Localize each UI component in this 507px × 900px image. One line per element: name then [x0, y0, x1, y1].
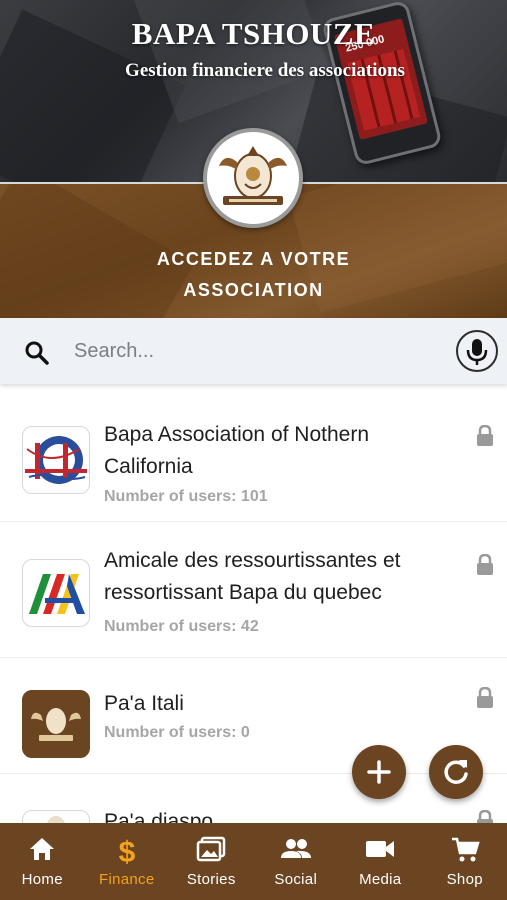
association-name: Pa'a Itali: [104, 692, 184, 715]
nav-item-media[interactable]: Media: [338, 823, 423, 900]
lock-icon: [477, 554, 493, 575]
flag-a-logo-icon: [22, 559, 90, 627]
search-icon[interactable]: [24, 340, 50, 366]
user-count: Number of users: 42: [104, 618, 259, 635]
banner-text: ACCEDEZ A VOTRE ASSOCIATION: [156, 249, 351, 300]
lock-icon: [477, 687, 493, 708]
app-subtitle: Gestion financiere des associations: [125, 60, 405, 81]
crest-logo-icon: [22, 690, 90, 758]
refresh-button[interactable]: [429, 745, 483, 799]
photos-icon: [197, 836, 226, 862]
add-association-button[interactable]: [352, 745, 406, 799]
nav-item-social[interactable]: Social: [254, 823, 339, 900]
nav-item-shop[interactable]: Shop: [423, 823, 507, 900]
refresh-icon: [444, 760, 468, 784]
association-name: Amicale des ressourtissantes et ressorti…: [104, 549, 401, 604]
association-name: Bapa Association of Nothern California: [104, 423, 370, 478]
people-icon: [280, 839, 311, 858]
list-item[interactable]: Bapa Association of Nothern California N…: [0, 396, 507, 522]
golden-gate-logo-icon: [22, 426, 90, 494]
home-icon: [30, 838, 55, 860]
video-icon: [366, 841, 395, 857]
nav-item-finance[interactable]: $ Finance: [85, 823, 170, 900]
app-title: BAPA TSHOUZE: [131, 16, 376, 51]
nav-item-stories[interactable]: Stories: [169, 823, 254, 900]
cart-icon: [451, 837, 480, 862]
bottom-navigation: Home $ Finance Stories Social Media Shop: [0, 823, 507, 900]
user-count: Number of users: 0: [104, 724, 250, 741]
search-input[interactable]: [74, 336, 444, 366]
microphone-icon: [466, 339, 488, 365]
association-crest-icon: [203, 128, 303, 228]
user-count: Number of users: 101: [104, 488, 268, 505]
lock-icon: [477, 425, 493, 446]
nav-item-home[interactable]: Home: [0, 823, 85, 900]
dollar-icon: $: [118, 836, 135, 866]
plus-icon: [367, 760, 391, 784]
svg-text:$: $: [118, 836, 135, 866]
list-item[interactable]: Amicale des ressourtissantes et ressorti…: [0, 522, 507, 658]
search-bar: [0, 318, 507, 384]
microphone-button[interactable]: [456, 330, 498, 372]
